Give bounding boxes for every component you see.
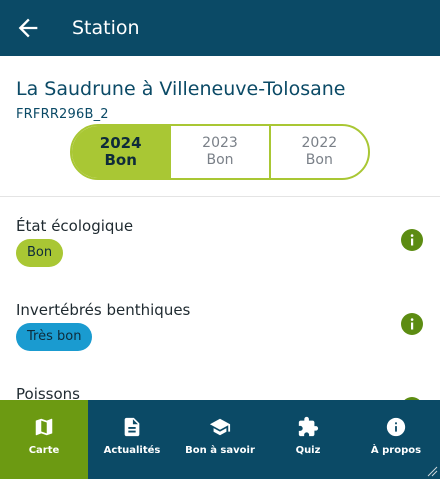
indicator-row-invertebres: Invertébrés benthiques Très bon [0, 301, 440, 371]
nav-label: Actualités [103, 445, 161, 456]
section-divider [0, 196, 440, 197]
page-title: Station [72, 17, 140, 39]
nav-quiz[interactable]: Quiz [264, 400, 352, 479]
nav-actualites[interactable]: Actualités [88, 400, 176, 479]
year-selector: 2024 Bon 2023 Bon 2022 Bon [70, 124, 370, 180]
year-tab-year: 2024 [99, 134, 142, 152]
year-tab-year: 2023 [202, 135, 238, 151]
status-badge: Très bon [16, 323, 93, 351]
indicator-label: État écologique [16, 217, 134, 235]
article-icon [124, 417, 140, 437]
bottom-navigation: Carte Actualités Bon à savoir Quiz À pro… [0, 400, 440, 479]
station-code: FRFRR296B_2 [16, 107, 109, 122]
app-bar: Station [0, 0, 440, 56]
nav-label: Carte [28, 445, 60, 456]
year-tab-status: Bon [206, 152, 234, 168]
puzzle-icon [298, 416, 319, 437]
nav-label: À propos [370, 445, 422, 456]
year-tab-status: Bon [305, 152, 333, 168]
year-tab-status: Bon [104, 151, 137, 169]
nav-carte[interactable]: Carte [0, 400, 88, 479]
year-tab-2022[interactable]: 2022 Bon [268, 126, 368, 178]
status-badge: Bon [16, 239, 64, 267]
nav-label: Quiz [295, 445, 321, 456]
resize-handle-icon[interactable] [426, 465, 438, 477]
year-tab-2023[interactable]: 2023 Bon [169, 126, 268, 178]
indicator-row-etat-ecologique: État écologique Bon [0, 217, 440, 287]
school-icon [209, 418, 231, 436]
info-icon[interactable] [401, 229, 423, 251]
indicator-label: Invertébrés benthiques [16, 301, 191, 319]
info-icon [386, 417, 406, 437]
station-name: La Saudrune à Villeneuve-Tolosane [16, 78, 346, 100]
nav-label: Bon à savoir [185, 445, 255, 456]
nav-bon-a-savoir[interactable]: Bon à savoir [176, 400, 264, 479]
info-icon[interactable] [401, 313, 423, 335]
year-tab-2024[interactable]: 2024 Bon [72, 126, 170, 178]
back-arrow-icon[interactable] [14, 14, 42, 42]
map-icon [35, 418, 53, 436]
year-tab-year: 2022 [301, 135, 338, 151]
